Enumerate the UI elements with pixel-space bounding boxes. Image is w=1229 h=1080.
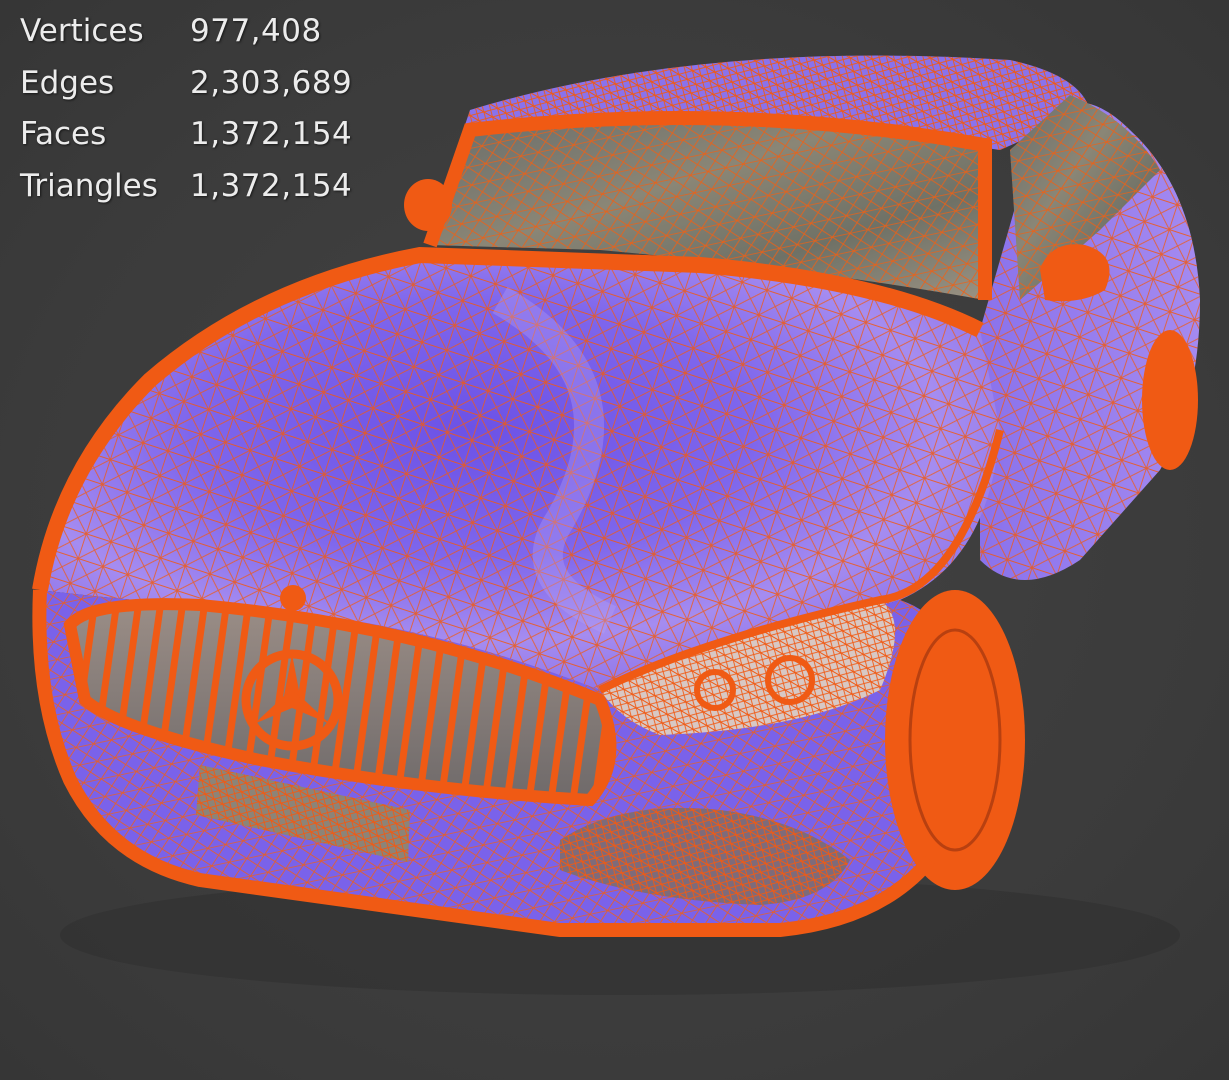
stat-edges: Edges 2,303,689 <box>20 58 352 110</box>
statistics-overlay: Vertices 977,408 Edges 2,303,689 Faces 1… <box>20 6 352 212</box>
stat-label: Edges <box>20 64 115 101</box>
rear-right-wheel <box>1142 330 1198 470</box>
stat-value: 977,408 <box>190 13 322 49</box>
left-mirror <box>404 179 452 231</box>
stat-label: Vertices <box>20 13 144 49</box>
stat-value: 1,372,154 <box>190 167 353 204</box>
front-right-wheel <box>885 590 1025 890</box>
stat-triangles: Triangles 1,372,154 <box>20 161 352 213</box>
stat-vertices: Vertices 977,408 <box>20 6 352 58</box>
stat-label: Triangles <box>20 167 158 204</box>
stat-faces: Faces 1,372,154 <box>20 109 352 161</box>
3d-viewport[interactable]: Vertices 977,408 Edges 2,303,689 Faces 1… <box>0 0 1229 1080</box>
hood-badge-icon <box>280 585 306 611</box>
stat-value: 2,303,689 <box>190 64 353 101</box>
stat-label: Faces <box>20 116 107 152</box>
stat-value: 1,372,154 <box>190 116 353 152</box>
